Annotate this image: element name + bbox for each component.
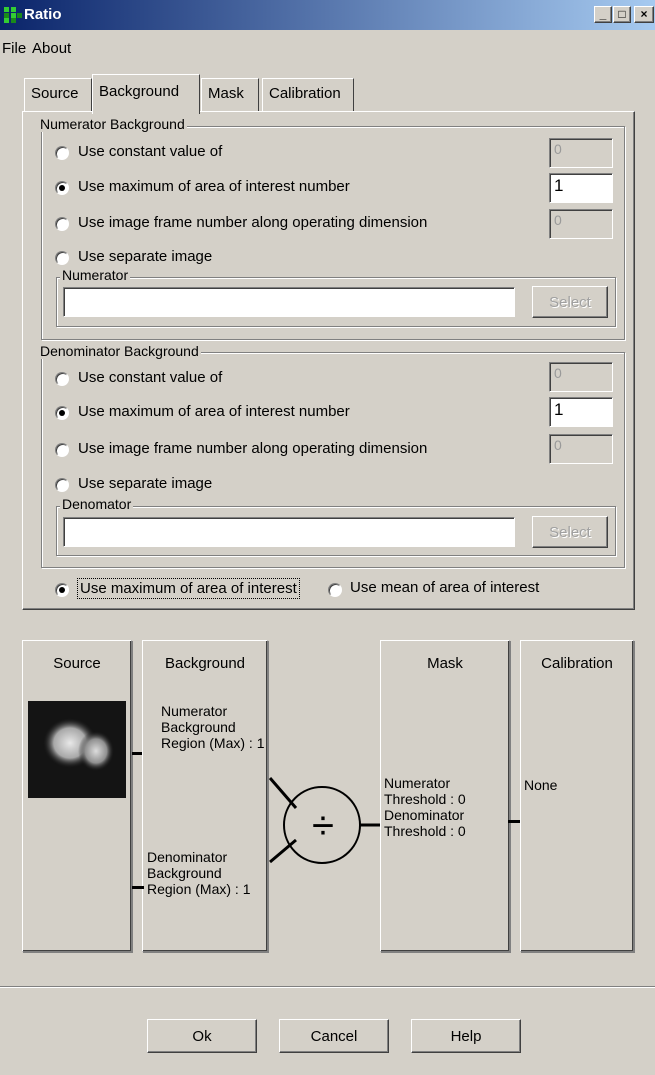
den-max-aoi-radio[interactable] — [55, 406, 69, 420]
tab-mask[interactable]: Mask — [201, 78, 259, 112]
aoi-mean-label: Use mean of area of interest — [350, 579, 540, 596]
menu-about[interactable]: About — [32, 40, 71, 57]
den-frame-label: Use image frame number along operating d… — [78, 440, 428, 457]
maximize-button[interactable]: □ — [613, 6, 631, 23]
numerator-background-title: Numerator Background — [38, 116, 187, 132]
background-denominator-text: Denominator Background Region (Max) : 1 — [147, 849, 251, 897]
help-button[interactable]: Help — [411, 1019, 521, 1053]
calibration-panel-title: Calibration — [541, 655, 613, 672]
aoi-max-label: Use maximum of area of interest — [77, 578, 300, 599]
close-button[interactable]: × — [634, 6, 654, 23]
mask-panel-title: Mask — [427, 655, 463, 672]
tab-background[interactable]: Background — [92, 74, 200, 114]
den-constant-value-input[interactable]: 0 — [549, 362, 613, 392]
den-constant-label: Use constant value of — [78, 369, 223, 386]
source-thumbnail-image — [28, 701, 126, 798]
num-frame-value-input[interactable]: 0 — [549, 209, 613, 239]
mask-threshold-text: Numerator Threshold : 0 Denominator Thre… — [384, 775, 466, 839]
cancel-button[interactable]: Cancel — [279, 1019, 389, 1053]
den-separate-image-label: Use separate image — [78, 475, 213, 492]
divide-icon: ÷ — [312, 804, 334, 848]
denominator-image-input[interactable] — [63, 517, 515, 547]
source-panel: Source — [22, 640, 132, 952]
calibration-text: None — [524, 777, 558, 793]
num-max-aoi-radio[interactable] — [55, 181, 69, 195]
num-frame-label: Use image frame number along operating d… — [78, 214, 428, 231]
denominator-select-button[interactable]: Select — [532, 516, 608, 548]
tab-calibration[interactable]: Calibration — [262, 78, 354, 112]
num-frame-radio[interactable] — [55, 217, 69, 231]
denominator-connector-stub — [132, 886, 144, 889]
den-frame-value-input[interactable]: 0 — [549, 434, 613, 464]
num-max-aoi-number-input[interactable]: 1 — [549, 173, 613, 203]
num-separate-image-radio[interactable] — [55, 251, 69, 265]
menu-file[interactable]: File — [2, 40, 26, 57]
aoi-max-radio[interactable] — [55, 583, 69, 597]
tab-source[interactable]: Source — [24, 78, 92, 112]
denominator-background-title: Denominator Background — [38, 343, 201, 359]
denominator-image-title: Denomator — [60, 496, 134, 512]
num-constant-label: Use constant value of — [78, 143, 223, 160]
calibration-panel: Calibration None — [520, 640, 634, 952]
numerator-image-input[interactable] — [63, 287, 515, 317]
app-icon — [4, 7, 22, 23]
den-frame-radio[interactable] — [55, 443, 69, 457]
num-constant-radio[interactable] — [55, 146, 69, 160]
mask-panel: Mask Numerator Threshold : 0 Denominator… — [380, 640, 510, 952]
num-separate-image-label: Use separate image — [78, 248, 213, 265]
background-panel-title: Background — [164, 655, 246, 672]
den-separate-image-radio[interactable] — [55, 478, 69, 492]
source-panel-title: Source — [53, 655, 101, 672]
background-panel: Background Numerator Background Region (… — [142, 640, 268, 952]
aoi-mean-radio[interactable] — [328, 583, 342, 597]
num-constant-value-input[interactable]: 0 — [549, 138, 613, 168]
window-title: Ratio — [24, 6, 62, 23]
footer-separator — [0, 986, 655, 988]
title-bar — [0, 0, 655, 30]
numerator-image-title: Numerator — [60, 267, 131, 283]
den-max-aoi-label: Use maximum of area of interest number — [78, 403, 350, 420]
num-max-aoi-label: Use maximum of area of interest number — [78, 178, 350, 195]
ok-button[interactable]: Ok — [147, 1019, 257, 1053]
minimize-button[interactable]: _ — [594, 6, 612, 23]
den-constant-radio[interactable] — [55, 372, 69, 386]
den-max-aoi-number-input[interactable]: 1 — [549, 397, 613, 427]
numerator-select-button[interactable]: Select — [532, 286, 608, 318]
background-numerator-text: Numerator Background Region (Max) : 1 — [161, 703, 265, 751]
